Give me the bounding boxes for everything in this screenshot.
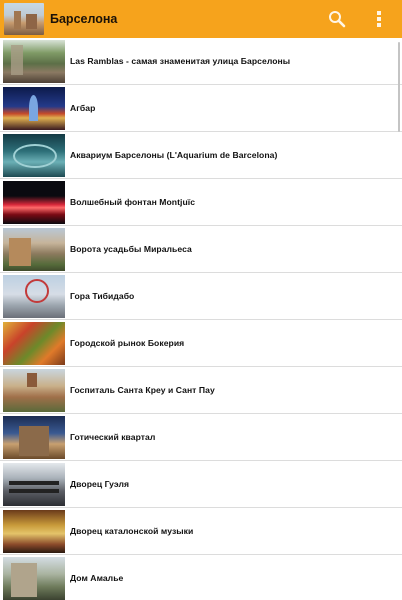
place-thumbnail — [3, 86, 65, 130]
places-list[interactable]: Las Ramblas - самая знаменитая улица Бар… — [0, 38, 402, 600]
place-title: Гора Тибидабо — [70, 291, 135, 301]
search-button[interactable] — [322, 0, 352, 38]
place-thumbnail — [3, 274, 65, 318]
list-item-gothic-quarter[interactable]: Готический квартал — [0, 414, 402, 461]
place-thumbnail — [3, 415, 65, 459]
place-thumbnail — [3, 227, 65, 271]
place-title: Дворец каталонской музыки — [70, 526, 194, 536]
list-item-palau-musica[interactable]: Дворец каталонской музыки — [0, 508, 402, 555]
overflow-menu-button[interactable] — [364, 0, 394, 38]
app-logo-icon[interactable] — [4, 3, 44, 35]
place-thumbnail — [3, 368, 65, 412]
place-thumbnail — [3, 39, 65, 83]
app-title: Барселона — [50, 12, 118, 26]
list-item-boqueria[interactable]: Городской рынок Бокерия — [0, 320, 402, 367]
place-thumbnail — [3, 509, 65, 553]
place-title: Дворец Гуэля — [70, 479, 130, 489]
place-title: Готический квартал — [70, 432, 156, 442]
search-icon — [329, 11, 346, 28]
list-item-casa-amatller[interactable]: Дом Амалье — [0, 555, 402, 600]
list-item-agbar[interactable]: Агбар — [0, 85, 402, 132]
place-title: Госпиталь Санта Креу и Сант Пау — [70, 385, 215, 395]
list-item-miralles-gate[interactable]: Ворота усадьбы Миральеса — [0, 226, 402, 273]
place-title: Las Ramblas - самая знаменитая улица Бар… — [70, 56, 291, 66]
place-title: Городской рынок Бокерия — [70, 338, 185, 348]
list-item-palau-guell[interactable]: Дворец Гуэля — [0, 461, 402, 508]
place-thumbnail — [3, 133, 65, 177]
place-title: Волшебный фонтан Montjuïc — [70, 197, 196, 207]
list-item-tibidabo[interactable]: Гора Тибидабо — [0, 273, 402, 320]
list-item-sant-pau[interactable]: Госпиталь Санта Креу и Сант Пау — [0, 367, 402, 414]
list-scrollbar[interactable] — [398, 42, 400, 132]
list-item-magic-fountain[interactable]: Волшебный фонтан Montjuïc — [0, 179, 402, 226]
list-item-las-ramblas[interactable]: Las Ramblas - самая знаменитая улица Бар… — [0, 38, 402, 85]
overflow-menu-icon — [377, 11, 381, 27]
place-thumbnail — [3, 180, 65, 224]
list-item-aquarium[interactable]: Аквариум Барселоны (L'Aquarium de Barcel… — [0, 132, 402, 179]
place-thumbnail — [3, 462, 65, 506]
place-title: Аквариум Барселоны (L'Aquarium de Barcel… — [70, 150, 278, 160]
place-title: Ворота усадьбы Миральеса — [70, 244, 192, 254]
place-title: Агбар — [70, 103, 96, 113]
place-thumbnail — [3, 556, 65, 600]
place-title: Дом Амалье — [70, 573, 124, 583]
app-bar: Барселона — [0, 0, 402, 38]
place-thumbnail — [3, 321, 65, 365]
